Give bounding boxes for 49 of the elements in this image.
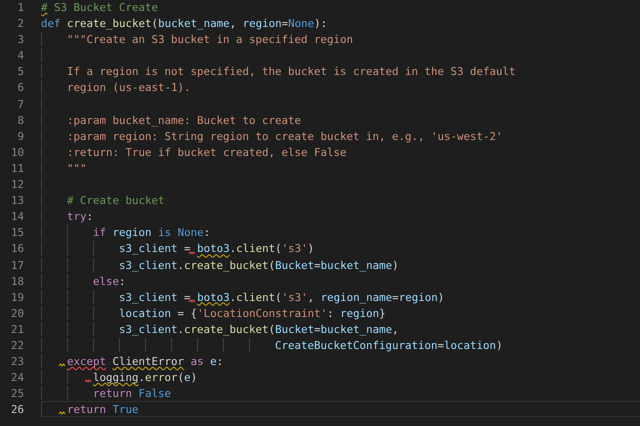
code-line: # Create bucket xyxy=(41,193,165,208)
code-line: s3_client.create_bucket(Bucket=bucket_name) xyxy=(41,258,399,272)
code-line: except ClientError as e: xyxy=(41,354,224,368)
line-number: 12 xyxy=(10,177,24,192)
code-line: region (us-east-1). xyxy=(41,80,191,95)
code-line: else: xyxy=(41,274,126,288)
code-line: location = {'LocationConstraint': region} xyxy=(41,306,386,320)
line-number: 22 xyxy=(10,338,24,352)
code-line: :param region: String region to create bucket in, e.g., 'us-west-2' xyxy=(41,128,503,143)
line-number: 20 xyxy=(10,306,24,320)
line-number: 1 xyxy=(17,0,24,14)
code-line: def create_bucket(bucket_name, region=None): xyxy=(41,16,328,30)
line-number: 19 xyxy=(10,290,24,304)
code-line: return True xyxy=(41,402,139,416)
line-number: 10 xyxy=(10,144,24,159)
line-number: 16 xyxy=(10,241,24,256)
code-line: # S3 Bucket Create xyxy=(41,0,158,14)
line-number: 2 xyxy=(17,16,24,30)
line-number: 25 xyxy=(10,386,24,400)
line-number: 4 xyxy=(17,48,24,62)
code-line: s3_client = boto3.client('s3') xyxy=(41,241,314,256)
line-number: 17 xyxy=(10,258,24,272)
line-number: 18 xyxy=(10,274,24,288)
code-line: CreateBucketConfiguration=location) xyxy=(41,338,503,352)
line-number: 3 xyxy=(17,32,24,46)
line-number: 23 xyxy=(10,354,24,368)
line-number: 5 xyxy=(17,64,24,78)
code-line: """ xyxy=(41,160,87,176)
code-line: logging.error(e) xyxy=(41,370,198,384)
line-number: 6 xyxy=(17,80,24,95)
code-line: :return: True if bucket created, else False xyxy=(41,144,347,159)
code-line: if region is None: xyxy=(41,225,210,240)
code-line: s3_client.create_bucket(Bucket=bucket_name, xyxy=(41,322,399,336)
line-number: 24 xyxy=(10,370,24,384)
code-line: """Create an S3 bucket in a specified region xyxy=(41,32,354,46)
line-number: 9 xyxy=(17,128,24,143)
line-number: 21 xyxy=(10,322,24,336)
line-number: 11 xyxy=(10,160,24,176)
code-line: If a region is not specified, the bucket is created in the S3 default xyxy=(41,64,516,78)
line-number: 13 xyxy=(10,193,24,208)
code-line: return False xyxy=(41,386,172,400)
line-number: 26 xyxy=(10,402,24,416)
code-line: try: xyxy=(41,209,94,224)
code-line: :param bucket_name: Bucket to create xyxy=(41,112,302,127)
code-line: s3_client = boto3.client('s3', region_name=region) xyxy=(41,290,444,304)
line-number: 15 xyxy=(10,225,24,240)
line-number: 14 xyxy=(10,209,24,224)
line-number: 7 xyxy=(17,96,24,111)
line-number: 8 xyxy=(17,112,24,127)
